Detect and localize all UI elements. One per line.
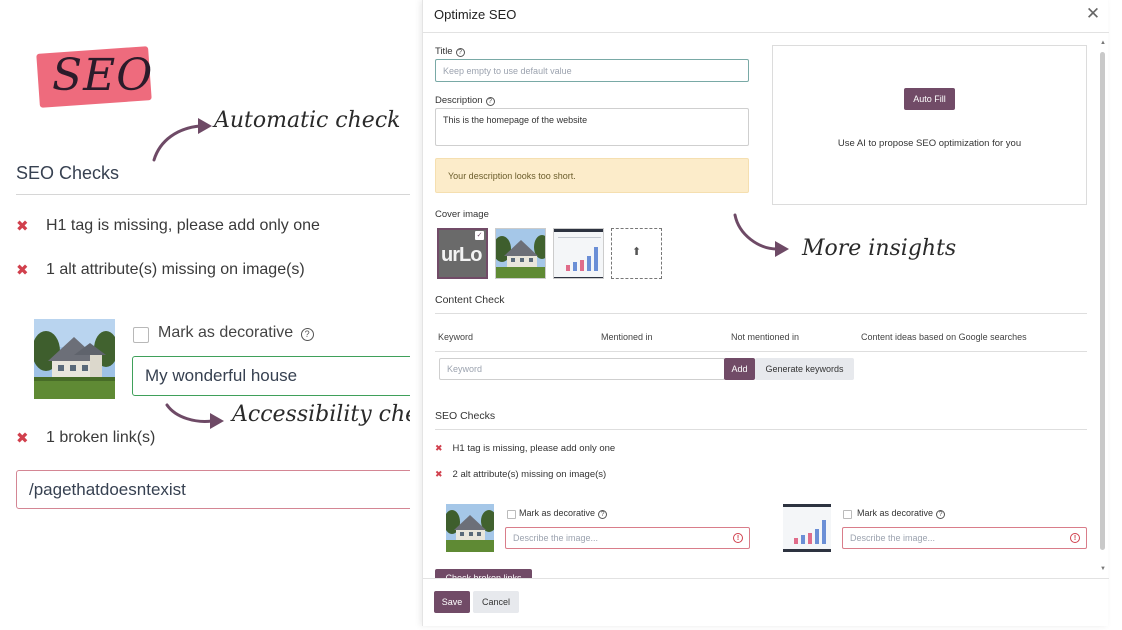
cancel-button[interactable]: Cancel	[473, 591, 519, 613]
dialog-title: Optimize SEO	[434, 7, 517, 22]
scroll-down-icon[interactable]: ▼	[1100, 566, 1106, 572]
error-x-icon: ✖	[16, 430, 29, 447]
dialog-body: Title? Keep empty to use default value D…	[423, 33, 1109, 578]
title-input[interactable]: Keep empty to use default value	[435, 59, 749, 82]
cover-option-chart[interactable]	[553, 228, 604, 279]
help-icon[interactable]: ?	[455, 48, 465, 57]
help-icon[interactable]: ?	[598, 510, 608, 519]
scroll-thumb[interactable]	[1100, 52, 1105, 550]
annotation-automatic-check: Automatic check	[214, 108, 401, 133]
alt-placeholder: Describe the image...	[513, 533, 599, 543]
description-warning: Your description looks too short.	[435, 158, 749, 193]
footer-divider	[423, 578, 1109, 579]
cover-image-label: Cover image	[435, 209, 489, 220]
check-item-label: H1 tag is missing, please add only one	[452, 443, 616, 454]
alt-text-value: My wonderful house	[145, 366, 298, 385]
check-item-label: 1 alt attribute(s) missing on image(s)	[46, 261, 305, 278]
alt-text-input[interactable]: Describe the image... !	[842, 527, 1087, 549]
missing-alt-image-house	[446, 504, 494, 552]
zoomed-seo-panel: SEO Automatic check SEO Checks ✖ H1 tag …	[0, 0, 410, 630]
optimize-seo-dialog: Optimize SEO ✕ Title? Keep empty to use …	[422, 0, 1109, 626]
add-keyword-button[interactable]: Add	[724, 358, 755, 380]
ai-suggestion-panel: Auto Fill Use AI to propose SEO optimiza…	[772, 45, 1087, 205]
broken-url-input[interactable]: /pagethatdoesntexist	[16, 470, 410, 509]
heading-divider	[16, 194, 410, 195]
mark-decorative-checkbox[interactable]	[507, 510, 516, 519]
check-item-broken-link: ✖ 1 broken link(s)	[16, 429, 155, 447]
col-header-mentioned: Mentioned in	[601, 332, 653, 342]
check-item-alt: ✖ 2 alt attribute(s) missing on image(s)	[435, 469, 606, 480]
dialog-scrollbar[interactable]: ▲ ▼	[1100, 40, 1106, 574]
annotation-more-insights: More insights	[802, 236, 957, 261]
title-placeholder: Keep empty to use default value	[443, 65, 572, 76]
mark-decorative-text: Mark as decorative	[857, 508, 934, 518]
col-header-keyword: Keyword	[438, 332, 474, 342]
alt-text-input[interactable]: Describe the image... !	[505, 527, 750, 549]
selected-check-icon: ✓	[475, 231, 484, 240]
cover-option-house[interactable]	[495, 228, 546, 279]
col-header-not-mentioned: Not mentioned in	[731, 332, 800, 342]
error-info-icon: !	[733, 533, 743, 543]
check-broken-links-button[interactable]: Check broken links	[435, 569, 532, 578]
mark-decorative-checkbox[interactable]	[133, 327, 149, 343]
help-icon[interactable]: ?	[485, 97, 495, 106]
content-check-title: Content Check	[435, 294, 505, 306]
warning-text: Your description looks too short.	[448, 170, 576, 181]
seo-checks-title: SEO Checks	[435, 410, 496, 422]
mark-decorative-label: Mark as decorative?	[519, 508, 608, 519]
generate-keywords-button[interactable]: Generate keywords	[755, 358, 854, 380]
description-label: Description?	[435, 95, 495, 106]
check-item-h1: ✖ H1 tag is missing, please add only one	[16, 217, 320, 235]
content-check-divider	[435, 313, 1087, 314]
check-item-label: H1 tag is missing, please add only one	[46, 217, 320, 234]
auto-fill-button[interactable]: Auto Fill	[904, 88, 955, 110]
description-label-text: Description	[435, 95, 483, 106]
annotation-accessibility-checks: Accessibility checks	[232, 402, 410, 427]
seo-checks-divider	[435, 429, 1087, 430]
help-icon[interactable]: ?	[300, 328, 314, 341]
keyword-placeholder: Keyword	[447, 364, 483, 374]
check-item-alt: ✖ 1 alt attribute(s) missing on image(s)	[16, 261, 305, 279]
logo-text: urLo	[441, 244, 482, 266]
check-item-h1: ✖ H1 tag is missing, please add only one	[435, 443, 615, 454]
help-icon[interactable]: ?	[936, 510, 946, 519]
cover-upload-button[interactable]: ⬆	[611, 228, 662, 279]
table-header-divider	[435, 351, 1087, 352]
keyword-input[interactable]: Keyword	[439, 358, 725, 380]
title-label: Title?	[435, 46, 465, 57]
title-label-text: Title	[435, 46, 453, 57]
ai-description: Use AI to propose SEO optimization for y…	[837, 138, 1022, 149]
alt-placeholder: Describe the image...	[850, 533, 936, 543]
close-icon[interactable]: ✕	[1085, 4, 1101, 24]
check-item-label: 2 alt attribute(s) missing on image(s)	[452, 469, 607, 480]
cover-option-logo[interactable]: urLo ✓	[437, 228, 488, 279]
error-x-icon: ✖	[435, 443, 443, 453]
seo-badge-label: SEO	[52, 50, 154, 101]
mark-decorative-label: Mark as decorative ?	[158, 324, 314, 342]
save-button[interactable]: Save	[434, 591, 470, 613]
scroll-up-icon[interactable]: ▲	[1100, 40, 1106, 46]
missing-alt-image-chart	[783, 504, 831, 552]
mark-decorative-label: Mark as decorative?	[857, 508, 946, 519]
upload-icon: ⬆	[631, 246, 642, 258]
mark-decorative-checkbox[interactable]	[843, 510, 852, 519]
mark-decorative-text: Mark as decorative	[519, 508, 596, 518]
check-item-label: 1 broken link(s)	[46, 429, 156, 446]
error-info-icon: !	[1070, 533, 1080, 543]
description-textarea[interactable]: This is the homepage of the website	[435, 108, 749, 146]
error-x-icon: ✖	[16, 218, 29, 235]
alt-text-input[interactable]: My wonderful house	[132, 356, 410, 396]
broken-url-value: /pagethatdoesntexist	[29, 479, 186, 499]
seo-checks-heading: SEO Checks	[16, 163, 120, 183]
description-value: This is the homepage of the website	[443, 115, 588, 125]
col-header-content-ideas: Content ideas based on Google searches	[861, 332, 1027, 342]
error-x-icon: ✖	[16, 262, 29, 279]
mark-decorative-text: Mark as decorative	[158, 324, 294, 341]
house-image-thumbnail	[34, 319, 115, 399]
error-x-icon: ✖	[435, 469, 443, 479]
